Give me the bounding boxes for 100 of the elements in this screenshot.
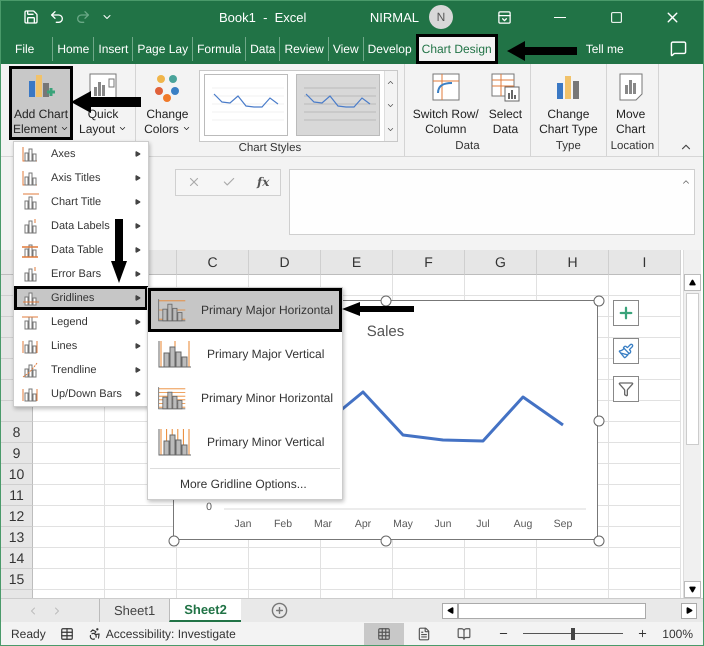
chart-title-icon <box>21 193 39 211</box>
macro-icon[interactable] <box>60 626 74 641</box>
minimize-icon <box>554 16 566 18</box>
menu-item[interactable]: Chart Title <box>14 190 148 214</box>
ribbon-tab[interactable]: Home <box>52 36 94 61</box>
sheet-tab[interactable]: Sheet2 <box>169 598 241 622</box>
row-header[interactable]: 12 <box>1 506 33 527</box>
y-axis-tick: 0 <box>206 500 212 513</box>
menu-item[interactable]: Data Labels <box>14 214 148 238</box>
x-axis-label: Sep <box>554 518 572 530</box>
resize-handle[interactable] <box>380 535 392 546</box>
scroll-thumb[interactable] <box>686 292 699 445</box>
menu-item[interactable]: Error Bars <box>14 262 148 286</box>
row-header[interactable]: 10 <box>1 464 33 485</box>
scroll-down-button[interactable] <box>684 580 701 598</box>
row-header[interactable]: 8 <box>1 422 33 443</box>
menu-item[interactable]: Gridlines <box>14 286 148 310</box>
menu-item[interactable]: Data Table <box>14 238 148 262</box>
ribbon-tab[interactable]: Review <box>279 36 328 61</box>
comments-icon[interactable] <box>670 40 687 58</box>
ribbon-tab[interactable]: Page Lay <box>132 36 192 61</box>
trendline-icon <box>21 361 39 379</box>
menu-item[interactable]: Primary Major Horizontal <box>148 288 342 332</box>
ribbon-command[interactable]: Move Chart <box>610 66 651 140</box>
normal-view-button[interactable] <box>364 622 404 645</box>
window-title: Book1 - Excel <box>219 10 306 25</box>
tell-me-search[interactable]: Tell me <box>586 42 624 56</box>
formula-input[interactable] <box>289 168 695 235</box>
chart-style-thumbnail[interactable] <box>204 74 288 136</box>
ribbon-command[interactable]: Switch Row/ Column <box>408 66 483 140</box>
submenu-arrow-icon <box>135 247 141 253</box>
x-axis-label: Jan <box>234 518 252 530</box>
x-axis-label: May <box>393 518 413 530</box>
select-data-icon <box>489 70 522 103</box>
scroll-left-button[interactable] <box>442 602 458 619</box>
grid-icon <box>377 626 392 641</box>
x-axis-label: Apr <box>354 518 372 530</box>
filter-icon <box>618 380 634 397</box>
ribbon-command[interactable]: Change Chart Type <box>535 66 602 140</box>
down-triangle-icon <box>689 586 696 593</box>
column-header[interactable]: H <box>537 250 609 275</box>
ribbon-tab[interactable]: Formula <box>192 36 246 61</box>
horizontal-scroll-thumb[interactable] <box>458 602 646 619</box>
chart-styles-button[interactable] <box>613 338 639 364</box>
page-icon <box>417 626 432 641</box>
zoom-thumb[interactable] <box>571 628 576 640</box>
row-header[interactable]: 11 <box>1 484 33 506</box>
submenu-arrow-icon <box>135 295 141 301</box>
row-header[interactable]: 14 <box>1 548 33 569</box>
resize-handle[interactable] <box>594 415 604 426</box>
menu-item[interactable]: Legend <box>14 310 148 334</box>
ribbon-tab[interactable]: Chart Design <box>416 34 498 64</box>
ribbon-tab[interactable]: File <box>11 36 38 61</box>
insert-function-button[interactable]: fx <box>257 175 270 190</box>
user-avatar[interactable]: N <box>429 5 453 30</box>
gridlines-icon <box>157 427 193 457</box>
ribbon-tab[interactable]: Insert <box>93 36 132 61</box>
menu-item[interactable]: Axes <box>14 142 148 166</box>
save-icon[interactable] <box>23 9 39 26</box>
chart-filters-button[interactable] <box>613 376 639 402</box>
submenu-arrow-icon <box>135 175 141 181</box>
x-axis-label: Mar <box>314 518 332 530</box>
scroll-right-button[interactable] <box>681 602 697 619</box>
column-header[interactable]: I <box>609 250 681 275</box>
chart-style-thumbnail[interactable] <box>296 74 380 136</box>
row-header[interactable]: 13 <box>1 526 33 548</box>
column-header[interactable]: D <box>249 250 321 275</box>
ribbon-command[interactable]: Add Chart Element <box>9 66 74 140</box>
gridlines-icon <box>157 339 193 369</box>
column-header[interactable]: F <box>393 250 465 275</box>
accessibility-status[interactable]: Accessibility: Investigate <box>106 626 236 641</box>
chart-elements-button[interactable] <box>613 300 639 326</box>
ribbon-tab[interactable]: Data <box>245 36 280 61</box>
submenu-arrow-icon <box>135 319 141 325</box>
up-triangle-icon <box>689 278 696 286</box>
column-header[interactable]: E <box>321 250 393 275</box>
column-header[interactable]: G <box>465 250 537 275</box>
scroll-up-button[interactable] <box>684 274 701 291</box>
menu-item[interactable]: Up/Down Bars <box>14 382 148 406</box>
group-label: Chart Styles <box>238 142 302 156</box>
column-header[interactable]: C <box>177 250 249 275</box>
row-header[interactable]: 9 <box>1 442 33 464</box>
annotation-arrow <box>507 41 577 61</box>
paintbrush-icon <box>618 342 634 359</box>
ribbon-tab[interactable]: View <box>328 36 363 61</box>
group-label: Location <box>610 140 654 154</box>
submenu-arrow-icon <box>135 199 141 205</box>
ribbon-command[interactable]: Change Colors <box>140 66 195 140</box>
menu-item[interactable]: Axis Titles <box>14 166 148 190</box>
axes-icon <box>21 145 39 163</box>
undo-icon[interactable] <box>49 9 65 26</box>
row-header[interactable]: 15 <box>1 568 33 590</box>
switch-icon <box>430 70 462 103</box>
menu-item[interactable]: Trendline <box>14 358 148 382</box>
zoom-in-icon[interactable] <box>637 628 648 640</box>
accessibility-icon[interactable] <box>88 626 102 641</box>
annotation-arrow <box>342 302 414 316</box>
x-axis-label: Aug <box>514 518 532 530</box>
ribbon-command[interactable]: Select Data <box>484 66 526 140</box>
menu-item[interactable]: Lines <box>14 334 148 358</box>
